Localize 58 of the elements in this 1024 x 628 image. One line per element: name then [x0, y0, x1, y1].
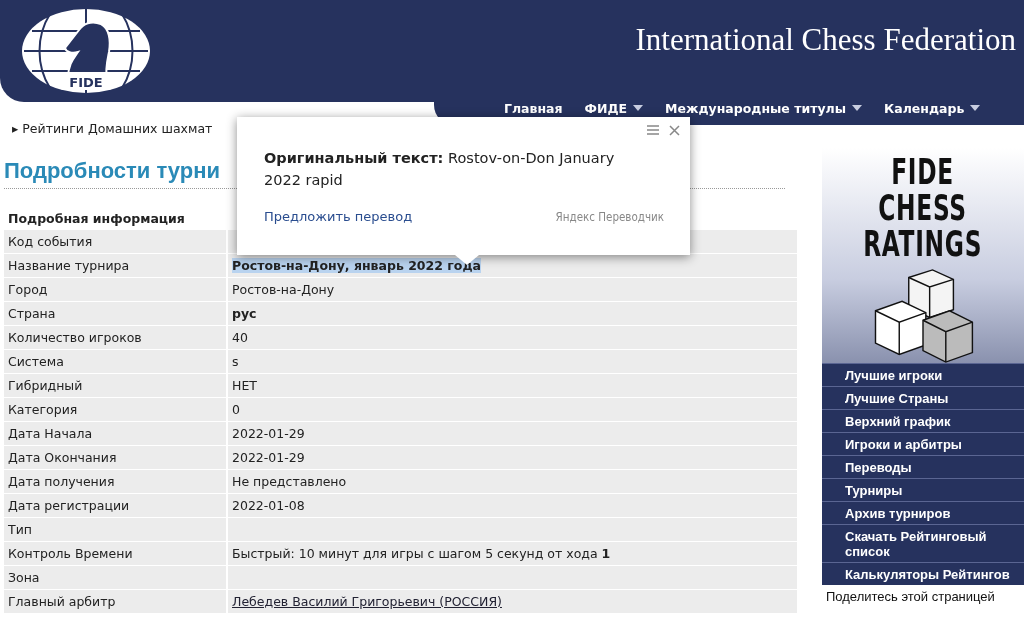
row-value: Ростов-на-Дону — [232, 282, 335, 297]
row-value: Быстрый: 10 минут для игры с шагом 5 секунд от хода 1 — [232, 546, 611, 561]
breadcrumb-link[interactable]: Рейтинги Домашних шахмат — [22, 121, 213, 136]
logo-text: FIDE — [891, 154, 955, 190]
close-icon[interactable] — [669, 125, 680, 136]
logo-text: CHESS — [878, 190, 968, 226]
brand-label: Яндекс Переводчик — [555, 209, 664, 224]
suggest-translation-link[interactable]: Предложить перевод — [264, 209, 413, 224]
sidebar-link[interactable]: Лучшие Страны — [822, 386, 1024, 409]
logo-text: FIDE — [69, 75, 103, 90]
row-value: рус — [232, 306, 257, 321]
row-label: Зона — [8, 570, 40, 585]
sidebar-link[interactable]: Игроки и арбитры — [822, 432, 1024, 455]
caret-icon — [633, 105, 644, 111]
row-label: Страна — [8, 306, 56, 321]
row-label: Главный арбитр — [8, 594, 116, 609]
row-label: Тип — [8, 522, 32, 537]
row-value: 2022-01-08 — [232, 498, 305, 513]
row-label: Город — [8, 282, 48, 297]
share-label: Поделитесь этой страницей — [825, 588, 996, 604]
sidebar-link[interactable]: Переводы — [822, 455, 1024, 478]
row-label: Количество игроков — [8, 330, 142, 345]
row-value: 2022-01-29 — [232, 450, 305, 465]
row-value: s — [232, 354, 239, 369]
row-label: Дата Начала — [8, 426, 93, 441]
sidebar-link[interactable]: Скачать Рейтинговый список — [822, 524, 1024, 562]
row-label: Название турнира — [8, 258, 130, 273]
logo-text: RATINGS — [863, 226, 983, 262]
row-value: Ростов-на-Дону, январь 2022 года — [232, 258, 481, 273]
row-label: Система — [8, 354, 64, 369]
sidebar-link[interactable]: Лучшие игроки — [822, 363, 1024, 386]
row-label: Дата Окончания — [8, 450, 117, 465]
row-label: Дата получения — [8, 474, 115, 489]
row-label: Контроль Времени — [8, 546, 133, 561]
row-value: 0 — [232, 402, 240, 417]
nav-item[interactable]: Главная — [504, 100, 563, 116]
table-title: Подробная информация — [8, 210, 185, 226]
caret-icon — [852, 105, 863, 111]
row-label: Код события — [8, 234, 93, 249]
caret-icon — [970, 105, 981, 111]
nav-item[interactable]: ФИДЕ — [584, 100, 644, 116]
globe-knight-drawing[interactable] — [20, 6, 152, 96]
sidebar-link[interactable]: Верхний график — [822, 409, 1024, 432]
menu-icon[interactable] — [647, 125, 659, 135]
nav-item[interactable]: Календарь — [884, 100, 981, 116]
sidebar-link[interactable]: Турниры — [822, 478, 1024, 501]
row-value: 40 — [232, 330, 248, 345]
row-label: Дата регистрации — [8, 498, 130, 513]
bullet-icon: ▸ — [12, 121, 19, 136]
row-value: 2022-01-29 — [232, 426, 305, 441]
row-label: Категория — [8, 402, 78, 417]
site-title: International Chess Federation — [635, 22, 1016, 58]
row-label: Гибридный — [8, 378, 83, 393]
sidebar-link[interactable]: Архив турниров — [822, 501, 1024, 524]
row-value: Не представлено — [232, 474, 347, 489]
row-value: НЕТ — [232, 378, 257, 393]
nav-item[interactable]: Международные титулы — [665, 100, 863, 116]
sidebar-link[interactable]: Калькуляторы Рейтингов — [822, 562, 1024, 585]
